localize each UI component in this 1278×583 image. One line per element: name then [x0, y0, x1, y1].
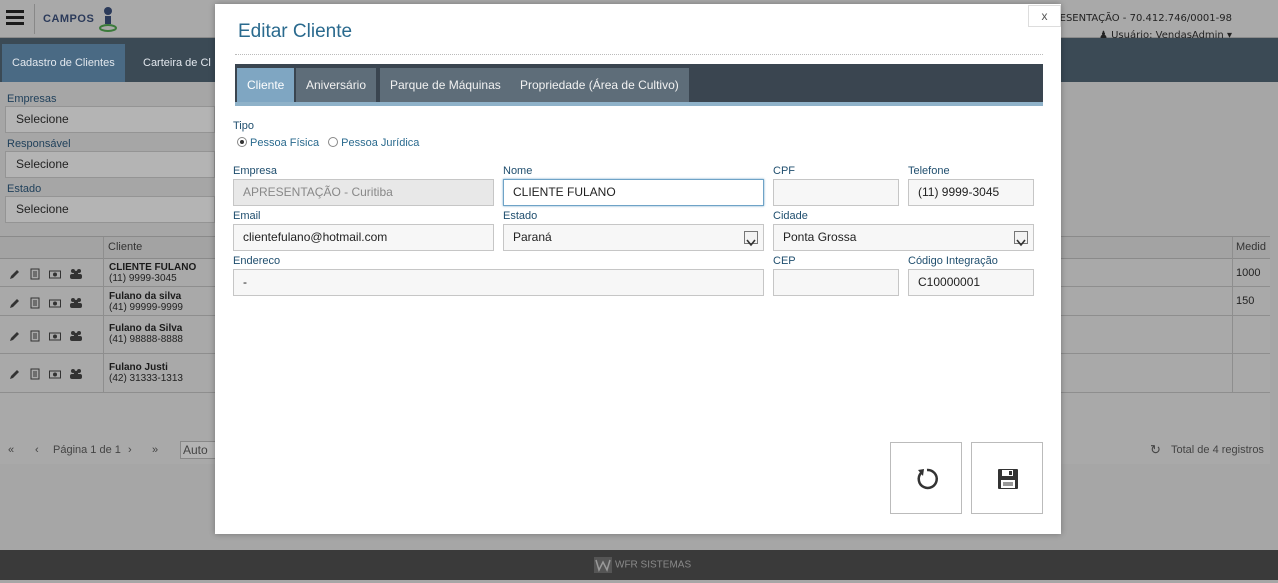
edit-pencil-icon[interactable] — [9, 368, 21, 380]
title-divider — [235, 54, 1043, 55]
first-page-button[interactable]: « — [8, 444, 14, 456]
wfr-logo-icon — [594, 557, 612, 573]
money-icon[interactable] — [49, 297, 61, 309]
money-icon[interactable] — [49, 368, 61, 380]
undo-icon — [917, 468, 938, 490]
client-name[interactable]: Fulano Justi (42) 31333-1313 — [109, 362, 183, 384]
radio-pessoa-fisica[interactable] — [237, 137, 247, 147]
filter-label-estado: Estado — [7, 183, 42, 195]
filter-label-empresas: Empresas — [7, 93, 57, 105]
row-actions — [9, 295, 99, 309]
chevron-down-icon[interactable] — [1014, 231, 1028, 247]
cpf-input[interactable] — [773, 179, 899, 206]
tipo-radio-group: Pessoa Física Pessoa Jurídica — [237, 137, 425, 149]
filter-panel: Empresas Selecione Responsável Selecione… — [0, 90, 215, 225]
reset-button[interactable] — [890, 442, 962, 514]
menu-icon[interactable] — [6, 10, 24, 26]
refresh-icon[interactable]: ↻ — [1150, 442, 1161, 458]
users-icon[interactable] — [69, 297, 82, 309]
floppy-disk-icon — [998, 469, 1018, 489]
client-name[interactable]: Fulano da silva (41) 99999-9999 — [109, 291, 183, 313]
column-header-medida[interactable]: Medid — [1236, 241, 1266, 253]
email-input[interactable]: clientefulano@hotmail.com — [233, 224, 494, 251]
users-icon[interactable] — [69, 368, 82, 380]
cep-label: CEP — [773, 255, 796, 267]
column-header-cliente[interactable]: Cliente — [108, 241, 142, 253]
company-info: APRESENTAÇÃO - 70.412.746/0001-98 — [1039, 13, 1232, 24]
filter-label-responsavel: Responsável — [7, 138, 71, 150]
row-actions — [9, 366, 99, 380]
nav-tab-cadastro-clientes[interactable]: Cadastro de Clientes — [2, 44, 125, 82]
filter-select-empresas[interactable]: Selecione — [5, 106, 215, 133]
cep-input[interactable] — [773, 269, 899, 296]
document-icon[interactable] — [29, 268, 41, 280]
estado-select[interactable]: Paraná — [503, 224, 764, 251]
page-indicator: Página 1 de 1 — [53, 444, 121, 456]
filter-select-responsavel[interactable]: Selecione — [5, 151, 215, 178]
total-records: Total de 4 registros — [1171, 444, 1264, 456]
endereco-label: Endereco — [233, 255, 281, 267]
modal-tabs: Cliente Aniversário Parque de Máquinas P… — [235, 64, 1043, 106]
cpf-label: CPF — [773, 165, 795, 177]
radio-pessoa-juridica[interactable] — [328, 137, 339, 147]
tab-parque-maquinas[interactable]: Parque de Máquinas — [380, 68, 511, 102]
nome-input[interactable]: CLIENTE FULANO — [503, 179, 764, 206]
money-icon[interactable] — [49, 330, 61, 342]
empresa-label: Empresa — [233, 165, 278, 177]
client-name[interactable]: CLIENTE FULANO (11) 9999-3045 — [109, 262, 196, 284]
nav-tab-carteira[interactable]: Carteira de Cl — [133, 44, 221, 82]
filter-select-estado[interactable]: Selecione — [5, 196, 215, 223]
users-icon[interactable] — [69, 268, 82, 280]
chevron-down-icon[interactable] — [744, 231, 758, 247]
telefone-label: Telefone — [908, 165, 950, 177]
client-name[interactable]: Fulano da Silva (41) 98888-8888 — [109, 323, 183, 345]
save-button[interactable] — [971, 442, 1043, 514]
edit-client-modal: Editar Cliente x Cliente Aniversário Par… — [215, 4, 1061, 534]
client-medida: 1000 — [1236, 267, 1261, 279]
codigo-integracao-input[interactable]: C10000001 — [908, 269, 1034, 296]
row-actions — [9, 328, 99, 342]
codigo-integracao-label: Código Integração — [908, 255, 998, 267]
close-button[interactable]: x — [1028, 5, 1061, 27]
edit-pencil-icon[interactable] — [9, 330, 21, 342]
client-medida: 150 — [1236, 295, 1255, 307]
document-icon[interactable] — [29, 368, 41, 380]
next-page-button[interactable]: › — [128, 444, 132, 456]
estado-label: Estado — [503, 210, 538, 222]
company-logo: CAMPOS — [34, 4, 118, 34]
last-page-button[interactable]: » — [152, 444, 158, 456]
empresa-field: APRESENTAÇÃO - Curitiba — [233, 179, 494, 206]
tab-aniversario[interactable]: Aniversário — [296, 68, 377, 102]
tab-cliente[interactable]: Cliente — [237, 68, 295, 102]
tab-propriedade[interactable]: Propriedade (Área de Cultivo) — [510, 68, 689, 102]
document-icon[interactable] — [29, 330, 41, 342]
nome-label: Nome — [503, 165, 533, 177]
radio-label-pessoa-fisica: Pessoa Física — [250, 137, 320, 149]
footer-brand: WFR SISTEMAS — [594, 557, 691, 573]
tipo-label: Tipo — [233, 120, 254, 132]
endereco-input[interactable]: - — [233, 269, 764, 296]
cidade-label: Cidade — [773, 210, 808, 222]
document-icon[interactable] — [29, 297, 41, 309]
users-icon[interactable] — [69, 330, 82, 342]
cidade-select[interactable]: Ponta Grossa — [773, 224, 1034, 251]
edit-pencil-icon[interactable] — [9, 297, 21, 309]
prev-page-button[interactable]: ‹ — [35, 444, 39, 456]
cidade-value: Ponta Grossa — [783, 230, 857, 244]
page-size-select[interactable]: Auto — [180, 441, 220, 459]
footer: WFR SISTEMAS — [0, 550, 1278, 580]
email-label: Email — [233, 210, 261, 222]
radio-label-pessoa-juridica: Pessoa Jurídica — [341, 137, 420, 149]
row-actions — [9, 266, 99, 280]
money-icon[interactable] — [49, 268, 61, 280]
edit-pencil-icon[interactable] — [9, 268, 21, 280]
modal-title: Editar Cliente — [238, 21, 353, 42]
telefone-input[interactable]: (11) 9999-3045 — [908, 179, 1034, 206]
estado-value: Paraná — [513, 230, 552, 244]
logo-figure-icon — [99, 7, 117, 32]
